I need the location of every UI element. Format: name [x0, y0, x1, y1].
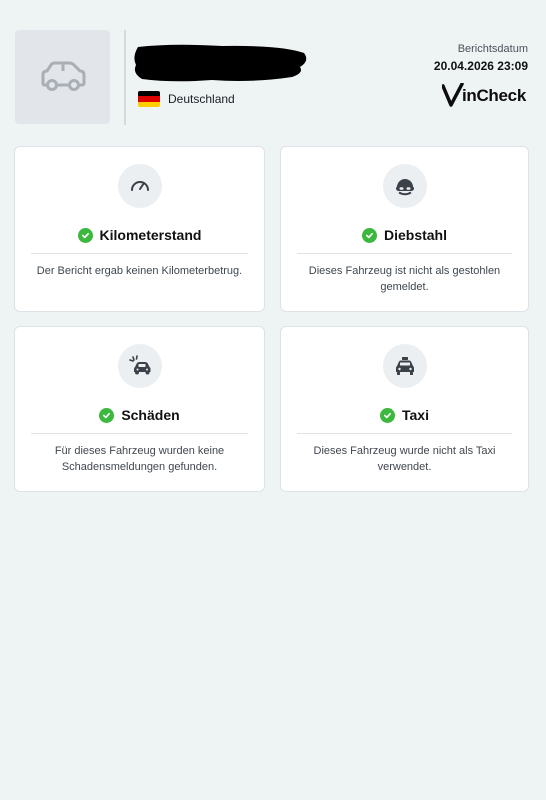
card-divider: [31, 433, 248, 434]
check-icon: [99, 407, 115, 423]
card-taxi: Taxi Dieses Fahrzeug wurde nicht als Tax…: [280, 326, 529, 492]
redacted-vehicle-name: [134, 44, 307, 82]
brand-v-checkmark-icon: [441, 83, 464, 107]
car-crash-icon: [128, 355, 150, 375]
germany-flag-icon: [138, 91, 160, 107]
check-icon: [361, 227, 377, 243]
card-description: Der Bericht ergab keinen Kilometerbetrug…: [36, 265, 243, 277]
report-date: 20.04.2026 23:09: [433, 59, 528, 73]
country-row: Deutschland: [138, 89, 235, 109]
card-divider: [297, 433, 512, 434]
taxi-icon: [395, 357, 414, 375]
brand-name: inCheck: [461, 86, 526, 105]
card-description: Dieses Fahrzeug ist nicht als gestohlen …: [308, 265, 501, 293]
brand-logo: inCheck: [441, 83, 526, 109]
report-date-label: Berichtsdatum: [457, 43, 528, 55]
country-name: Deutschland: [168, 92, 235, 106]
card-title: Diebstahl: [383, 227, 447, 243]
car-icon: [41, 61, 85, 91]
card-kilometerstand: Kilometerstand Der Bericht ergab keinen …: [14, 146, 265, 312]
card-description: Für dieses Fahrzeug wurden keine Schaden…: [54, 445, 225, 473]
card-divider: [31, 253, 248, 254]
thief-mask-icon: [395, 179, 414, 196]
card-divider: [297, 253, 512, 254]
card-title: Schäden: [121, 407, 180, 423]
header-divider: [124, 30, 126, 125]
card-title: Kilometerstand: [99, 227, 202, 243]
check-icon: [77, 227, 93, 243]
report-header: Deutschland Berichtsdatum 20.04.2026 23:…: [0, 0, 546, 140]
speedometer-icon: [130, 181, 149, 191]
card-schaeden: Schäden Für dieses Fahrzeug wurden keine…: [14, 326, 265, 492]
card-description: Dieses Fahrzeug wurde nicht als Taxi ver…: [313, 445, 496, 473]
card-diebstahl: Diebstahl Dieses Fahrzeug ist nicht als …: [280, 146, 529, 312]
vehicle-thumbnail: [15, 30, 110, 124]
card-title: Taxi: [402, 407, 429, 423]
check-icon: [380, 407, 395, 423]
